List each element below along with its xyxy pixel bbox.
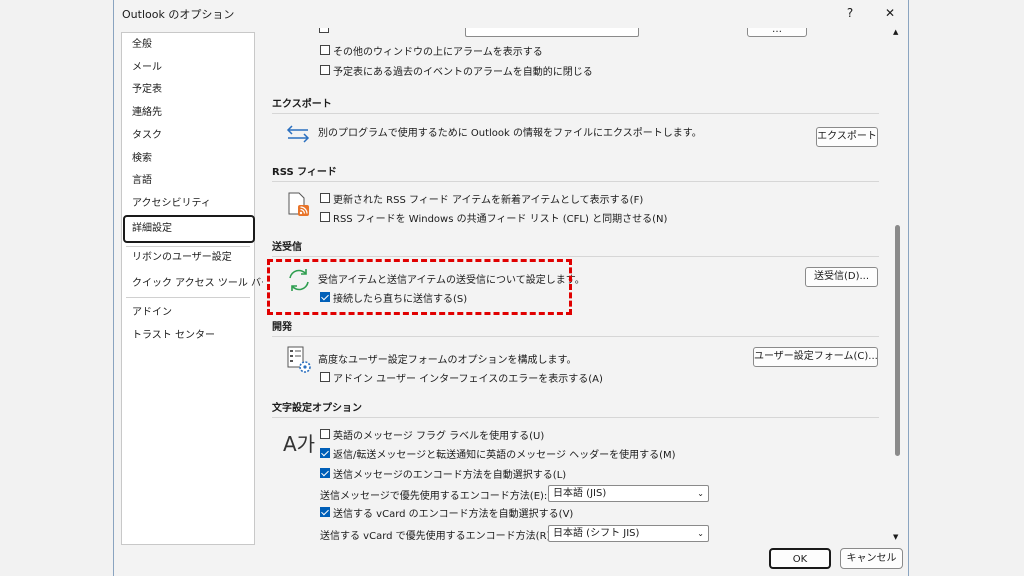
scroll-up-icon[interactable]: ▲ [893, 28, 898, 36]
section-divider [272, 256, 879, 257]
encoding-select[interactable]: 日本語 (JIS) ⌄ [548, 485, 709, 502]
send-receive-heading: 送受信 [272, 242, 302, 253]
auto-encoding-label: 送信メッセージのエンコード方法を自動選択する(L) [333, 470, 567, 481]
nav-item-mail[interactable]: メール [132, 59, 162, 77]
nav-item-general[interactable]: 全般 [132, 36, 152, 54]
dialog-title: Outlook のオプション [122, 8, 235, 21]
nav-item-customize-ribbon[interactable]: リボンのユーザー設定 [132, 249, 232, 267]
nav-item-contacts[interactable]: 連絡先 [132, 104, 162, 122]
section-divider [272, 181, 879, 182]
rss-file-icon [288, 192, 309, 216]
close-past-alarms-label: 予定表にある過去のイベントのアラームを自動的に閉じる [333, 67, 593, 78]
chevron-down-icon: ⌄ [697, 529, 704, 538]
section-divider [272, 113, 879, 114]
scrollbar-thumb[interactable] [895, 225, 900, 456]
rss-new-items-label: 更新された RSS フィード アイテムを新着アイテムとして表示する(F) [333, 195, 644, 206]
alarm-other-windows-label: その他のウィンドウの上にアラームを表示する [333, 47, 543, 58]
vcard-encoding-label: 送信する vCard で優先使用するエンコード方法(R): [320, 531, 554, 542]
checkbox[interactable] [319, 28, 329, 33]
send-receive-button[interactable]: 送受信(D)... [805, 267, 878, 287]
encoding-label: 送信メッセージで優先使用するエンコード方法(E): [320, 491, 548, 502]
nav-item-language[interactable]: 言語 [132, 172, 152, 190]
section-divider [272, 336, 879, 337]
export-heading: エクスポート [272, 99, 332, 110]
nav-item-tasks[interactable]: タスク [132, 127, 162, 145]
export-button-visual[interactable]: エクスポート [816, 127, 878, 147]
rss-new-items-checkbox[interactable] [320, 193, 330, 203]
nav-item-accessibility[interactable]: アクセシビリティ [132, 195, 211, 213]
rss-sync-cfl-checkbox[interactable] [320, 212, 330, 222]
auto-encoding-checkbox[interactable] [320, 468, 330, 478]
export-arrows-icon [286, 125, 310, 143]
nav-item-addins[interactable]: アドイン [132, 304, 172, 322]
title-bar: Outlook のオプション ? ✕ [114, 0, 908, 28]
developers-description: 高度なユーザー設定フォームのオプションを構成します。 [318, 355, 577, 366]
close-button[interactable]: ✕ [876, 3, 904, 23]
partial-field[interactable] [465, 28, 639, 37]
vcard-auto-encoding-checkbox[interactable] [320, 507, 330, 517]
international-heading: 文字設定オプション [272, 403, 362, 414]
nav-item-trust-center[interactable]: トラスト センター [132, 327, 215, 345]
nav-divider [126, 246, 250, 247]
custom-form-icon [287, 346, 311, 373]
addin-errors-checkbox[interactable] [320, 372, 330, 382]
nav-pane: 全般 メール 予定表 連絡先 タスク 検索 言語 アクセシビリティ 詳細設定 リ… [121, 32, 271, 545]
close-past-alarms-checkbox[interactable] [320, 65, 330, 75]
nav-item-calendar[interactable]: 予定表 [132, 81, 162, 99]
developers-heading: 開発 [272, 322, 292, 333]
english-headers-checkbox[interactable] [320, 448, 330, 458]
vertical-scrollbar[interactable]: ▲ ▼ [892, 28, 902, 546]
partial-button[interactable]: … [747, 28, 807, 37]
nav-item-quick-access-toolbar[interactable]: クイック アクセス ツール バー [132, 275, 271, 293]
section-divider [272, 417, 879, 418]
rss-sync-cfl-label: RSS フィードを Windows の共通フィード リスト (CFL) と同期さ… [333, 214, 668, 225]
nav-divider [126, 297, 250, 298]
vcard-auto-encoding-label: 送信する vCard のエンコード方法を自動選択する(V) [333, 509, 574, 520]
help-button[interactable]: ? [836, 3, 864, 23]
highlight-annotation [267, 259, 572, 315]
ok-button[interactable]: OK [769, 548, 831, 569]
language-icon: A가 [283, 432, 316, 456]
custom-forms-button[interactable]: ユーザー設定フォーム(C)... [753, 347, 878, 367]
rss-heading: RSS フィード [272, 167, 337, 178]
english-flag-labels-label: 英語のメッセージ フラグ ラベルを使用する(U) [333, 431, 545, 442]
english-flag-labels-checkbox[interactable] [320, 429, 330, 439]
english-headers-label: 返信/転送メッセージと転送通知に英語のメッセージ ヘッダーを使用する(M) [333, 450, 676, 461]
export-description: 別のプログラムで使用するために Outlook の情報をファイルにエクスポートし… [318, 128, 702, 139]
nav-item-search[interactable]: 検索 [132, 150, 152, 168]
chevron-down-icon: ⌄ [697, 489, 704, 498]
cancel-button[interactable]: キャンセル [840, 548, 903, 569]
alarm-other-windows-checkbox[interactable] [320, 45, 330, 55]
nav-item-advanced[interactable]: 詳細設定 [132, 220, 172, 238]
addin-errors-label: アドイン ユーザー インターフェイスのエラーを表示する(A) [333, 374, 603, 385]
vcard-encoding-select[interactable]: 日本語 (シフト JIS) ⌄ [548, 525, 709, 542]
scroll-down-icon[interactable]: ▼ [893, 533, 898, 541]
